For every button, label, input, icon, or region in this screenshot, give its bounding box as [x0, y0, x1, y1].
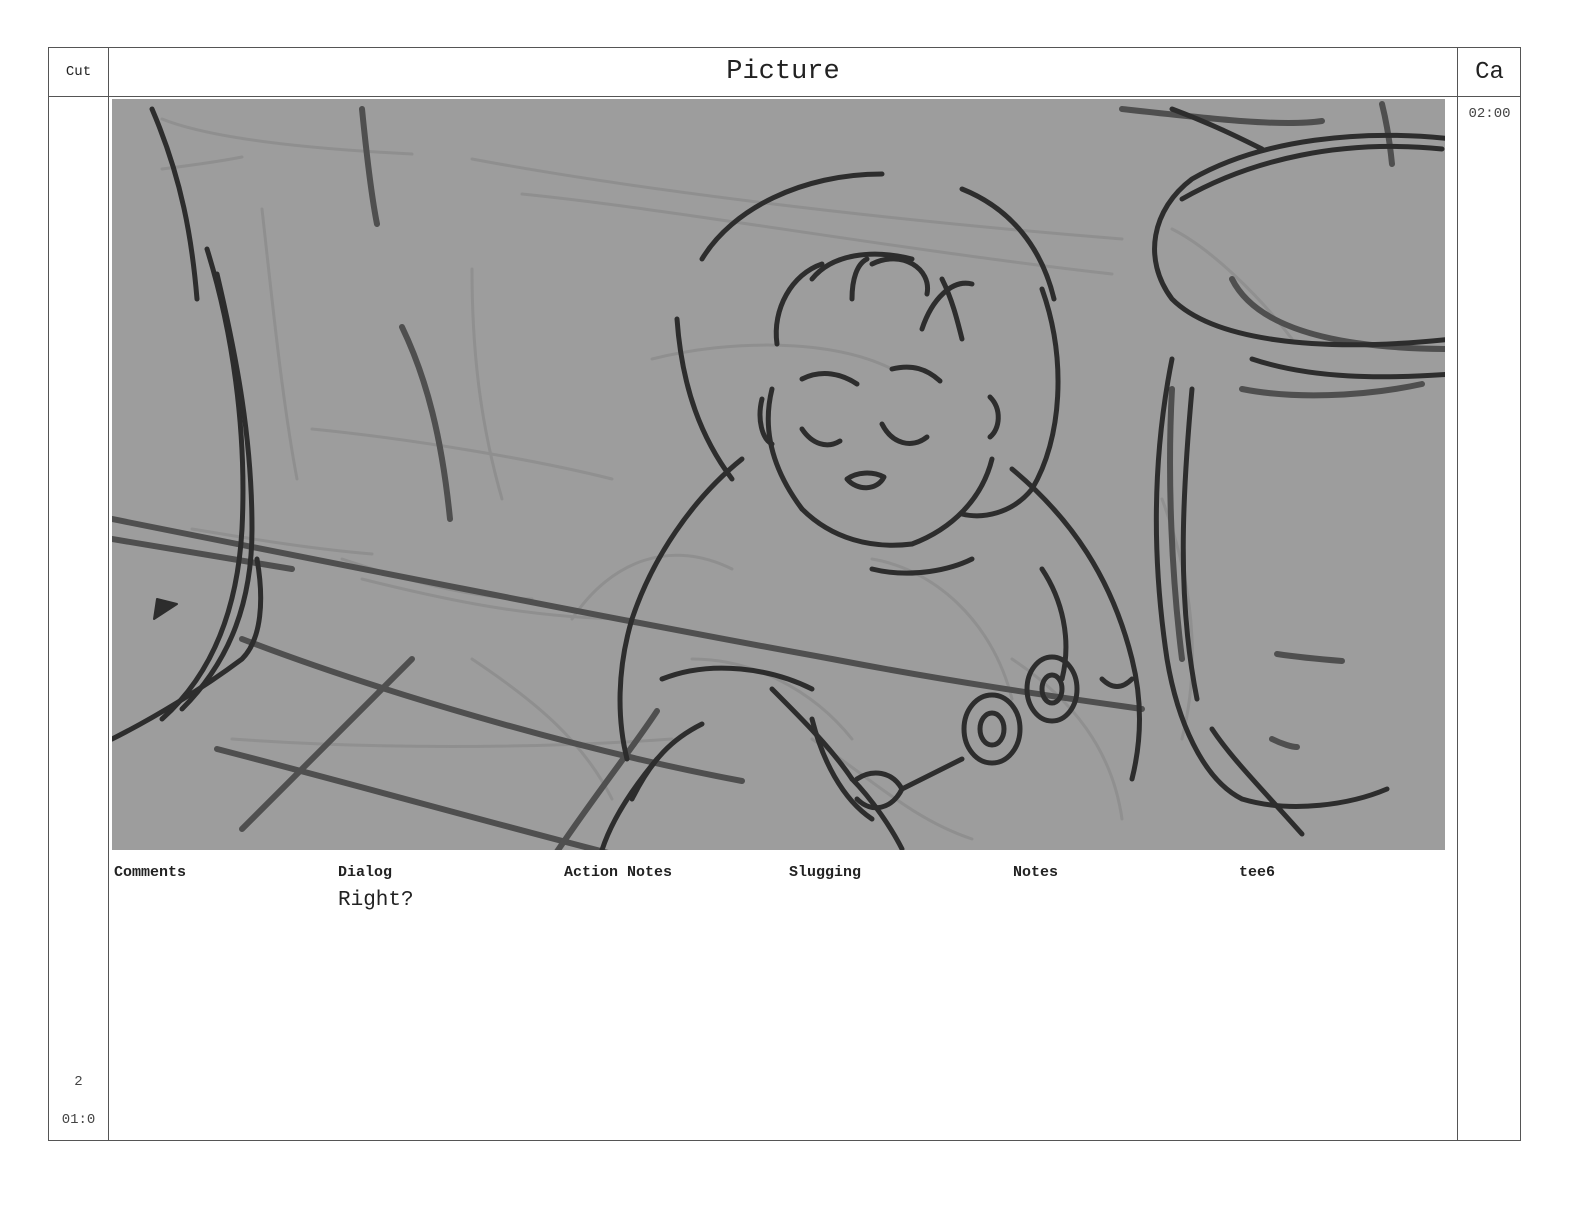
camera-column-divider: [1457, 48, 1458, 1140]
comments-label: Comments: [114, 864, 187, 881]
dialog-text[interactable]: Right?: [338, 889, 414, 912]
camera-time: 02:00: [1468, 106, 1511, 122]
dialog-label: Dialog: [338, 864, 393, 881]
storyboard-panel-image: [112, 99, 1445, 850]
notes-label: Notes: [1013, 864, 1059, 881]
storyboard-sheet: Cut Picture Ca Comments Dialog Action No…: [48, 47, 1521, 1141]
cut-column-divider: [108, 48, 109, 1140]
panel-duration: 01:0: [61, 1112, 96, 1128]
cut-header: Cut: [65, 64, 92, 80]
slugging-label: Slugging: [789, 864, 862, 881]
panel-number: 2: [74, 1074, 83, 1090]
header-divider: [49, 96, 1520, 97]
picture-header: Picture: [726, 57, 840, 87]
action-notes-label: Action Notes: [564, 864, 673, 881]
tee6-label: tee6: [1239, 864, 1276, 881]
camera-header: Ca: [1475, 58, 1504, 86]
